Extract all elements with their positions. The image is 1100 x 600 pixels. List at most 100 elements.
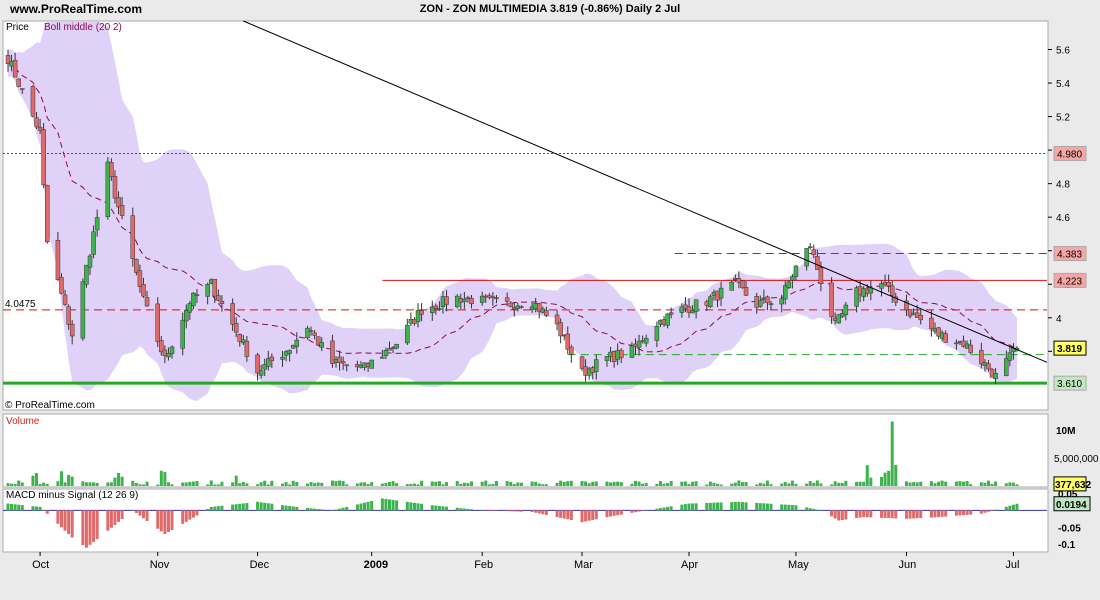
macd-bar bbox=[733, 501, 737, 511]
candle-body bbox=[594, 359, 599, 372]
macd-bar bbox=[480, 510, 484, 511]
volume-bar bbox=[805, 483, 809, 486]
candle-body bbox=[469, 297, 474, 305]
macd-bar bbox=[380, 498, 384, 511]
macd-bar bbox=[990, 510, 994, 511]
volume-bar bbox=[241, 481, 245, 486]
macd-bar bbox=[434, 505, 438, 511]
candle-body bbox=[294, 339, 300, 347]
x-tick-label: Jun bbox=[898, 559, 916, 571]
candle-body bbox=[16, 78, 21, 87]
volume-bar bbox=[912, 482, 916, 486]
candle-body bbox=[790, 276, 795, 281]
volume-bar bbox=[67, 474, 71, 486]
candle-body bbox=[943, 333, 948, 343]
macd-bar bbox=[363, 502, 367, 511]
candle-body bbox=[344, 364, 349, 367]
volume-bar bbox=[708, 481, 712, 486]
macd-bar bbox=[1015, 503, 1019, 511]
volume-bar bbox=[45, 483, 49, 486]
volume-bar bbox=[519, 482, 523, 486]
macd-bar bbox=[580, 510, 584, 523]
volume-bar bbox=[487, 484, 491, 486]
volume-bar bbox=[206, 484, 210, 486]
volume-bar bbox=[291, 480, 295, 486]
volume-bar bbox=[363, 482, 367, 486]
volume-bar bbox=[733, 482, 737, 486]
volume-bar bbox=[117, 472, 121, 486]
macd-bar bbox=[59, 510, 63, 528]
candle-body bbox=[119, 204, 125, 216]
macd-bar bbox=[184, 510, 188, 522]
candle-body bbox=[907, 309, 913, 317]
macd-bar bbox=[944, 510, 948, 517]
candle-body bbox=[62, 294, 68, 305]
volume-bar bbox=[1008, 482, 1012, 486]
macd-bar bbox=[84, 510, 88, 548]
volume-bar bbox=[13, 483, 17, 486]
macd-bar bbox=[462, 508, 466, 511]
macd-bar bbox=[790, 505, 794, 511]
macd-bar bbox=[309, 508, 313, 511]
macd-bar bbox=[466, 508, 470, 511]
macd-bar bbox=[744, 502, 748, 511]
volume-bar bbox=[619, 482, 623, 486]
macd-bar bbox=[263, 502, 267, 511]
volume-bar bbox=[965, 480, 969, 486]
volume-bar bbox=[56, 481, 60, 486]
candle-body bbox=[807, 246, 813, 249]
volume-bar bbox=[238, 483, 242, 486]
macd-bar bbox=[609, 510, 613, 517]
candle-body bbox=[219, 300, 225, 304]
volume-bar bbox=[266, 484, 270, 486]
volume-bar bbox=[445, 482, 449, 486]
candle-body bbox=[94, 217, 100, 231]
price-label: 4.980 bbox=[1057, 149, 1082, 160]
macd-bar bbox=[619, 510, 623, 515]
macd-bar bbox=[270, 503, 274, 511]
volume-bar bbox=[380, 483, 384, 486]
candle-body bbox=[383, 350, 389, 356]
candle-body bbox=[130, 215, 136, 259]
candle-body bbox=[729, 281, 735, 291]
macd-bar bbox=[1011, 504, 1015, 511]
candle-body bbox=[462, 298, 467, 302]
volume-bar bbox=[716, 483, 720, 486]
candle-body bbox=[793, 265, 799, 277]
macd-bar bbox=[20, 505, 24, 511]
candle-body bbox=[979, 349, 984, 365]
volume-bar bbox=[962, 481, 966, 486]
candle-body bbox=[44, 185, 50, 243]
candle-body bbox=[643, 338, 649, 344]
macd-bar bbox=[637, 510, 641, 512]
volume-bar bbox=[359, 482, 363, 486]
volume-bar bbox=[416, 484, 420, 486]
volume-bar bbox=[131, 480, 135, 486]
volume-bar bbox=[366, 484, 370, 486]
macd-bar bbox=[359, 503, 363, 511]
macd-bar bbox=[38, 506, 42, 511]
volume-bar bbox=[683, 481, 687, 486]
volume-bar bbox=[637, 481, 641, 486]
macd-bar bbox=[391, 499, 395, 511]
candle-body bbox=[369, 359, 374, 369]
macd-bar bbox=[708, 502, 712, 511]
volume-bar bbox=[737, 480, 741, 486]
candle-body bbox=[693, 299, 699, 312]
volume-bar bbox=[355, 483, 359, 486]
macd-bar bbox=[758, 503, 762, 511]
volume-bar bbox=[958, 481, 962, 486]
volume-bar bbox=[655, 484, 659, 486]
volume-bar bbox=[391, 481, 395, 486]
macd-bar bbox=[616, 510, 620, 516]
candle-body bbox=[494, 297, 499, 299]
macd-bar bbox=[459, 508, 463, 511]
macd-label: MACD minus Signal (12 26 9) bbox=[6, 490, 138, 501]
candle-body bbox=[30, 86, 36, 117]
candle-body bbox=[41, 129, 46, 186]
volume-bar bbox=[505, 481, 509, 486]
macd-bar bbox=[445, 506, 449, 511]
volume-bar bbox=[662, 483, 666, 486]
volume-bar bbox=[904, 481, 908, 486]
volume-bar bbox=[933, 483, 937, 486]
